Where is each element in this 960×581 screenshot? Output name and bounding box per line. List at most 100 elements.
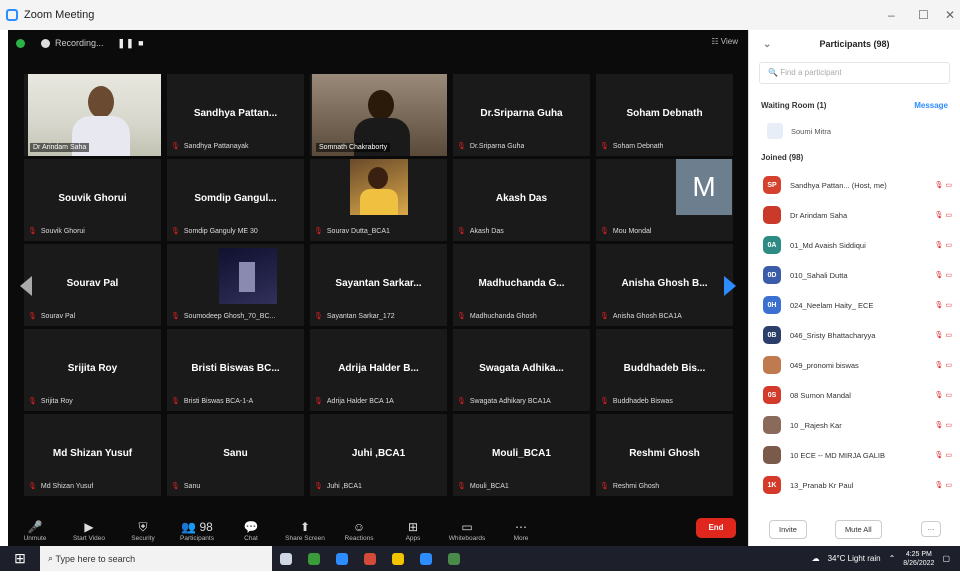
more-options-button[interactable]: ... xyxy=(921,521,941,537)
video-tile[interactable]: 🎙 Soumodeep Ghosh_70_BC... xyxy=(167,244,304,326)
video-tile[interactable]: Juhi ,BCA1 🎙 Juhi ,BCA1 xyxy=(310,414,447,496)
prev-page-arrow-icon[interactable] xyxy=(20,276,32,296)
video-tile[interactable]: Md Shizan Yusuf 🎙 Md Shizan Yusuf xyxy=(24,414,161,496)
notification-icon[interactable]: ▢ xyxy=(942,554,950,563)
clock-date: 8/26/2022 xyxy=(903,559,935,567)
participant-row[interactable]: Dr Arindam Saha 🎙 ▭ xyxy=(749,200,960,230)
chevron-down-icon[interactable]: ⌄ xyxy=(763,39,771,50)
participant-row[interactable]: 0A 01_Md Avaish Siddiqui 🎙 ▭ xyxy=(749,230,960,260)
participant-row[interactable]: 049_pronomi biswas 🎙 ▭ xyxy=(749,350,960,380)
start-video-button[interactable]: ▶ Start Video xyxy=(62,519,116,542)
zoom-logo-icon xyxy=(6,9,18,21)
video-tile[interactable]: Buddhadeb Bis... 🎙 Buddhadeb Biswas xyxy=(596,329,733,411)
participant-row[interactable]: 1K 13_Pranab Kr Paul 🎙 ▭ xyxy=(749,470,960,500)
waiting-room-header[interactable]: Waiting Room (1) Message xyxy=(749,92,960,118)
whiteboards-button[interactable]: ▭ Whiteboards xyxy=(440,519,494,542)
reactions-button[interactable]: ☺ Reactions xyxy=(332,519,386,542)
video-tile[interactable]: Mouli_BCA1 🎙 Mouli_BCA1 xyxy=(453,414,590,496)
video-tile[interactable]: Sayantan Sarkar... 🎙 Sayantan Sarkar_172 xyxy=(310,244,447,326)
meeting-area: Recording... ❚❚ ■ ☷ View Dr Arindam Saha… xyxy=(8,30,748,546)
tile-label: 🎙 Soham Debnath xyxy=(600,142,663,150)
video-tile[interactable]: Dr Arindam Saha xyxy=(24,74,161,156)
clock-time: 4:25 PM xyxy=(905,550,932,558)
tile-label-text: Sandhya Pattanayak xyxy=(183,143,249,150)
participant-row[interactable]: 10 _Rajesh Kar 🎙 ▭ xyxy=(749,410,960,440)
video-tile[interactable]: Somnath Chakraborty xyxy=(310,74,447,156)
video-tile[interactable]: M 🎙 Mou Mondal xyxy=(596,159,733,241)
video-tile[interactable]: Akash Das 🎙 Akash Das xyxy=(453,159,590,241)
participant-row[interactable]: 0D 010_Sahali Dutta 🎙 ▭ xyxy=(749,260,960,290)
video-tile[interactable]: Soham Debnath 🎙 Soham Debnath xyxy=(596,74,733,156)
video-tile[interactable]: Sandhya Pattan... 🎙 Sandhya Pattanayak xyxy=(167,74,304,156)
taskbar-app-icon[interactable] xyxy=(440,546,468,571)
share-screen-icon: ⬆ xyxy=(299,520,311,534)
tile-name: Madhuchanda G... xyxy=(478,278,565,289)
video-tile[interactable]: Srijita Roy 🎙 Srijita Roy xyxy=(24,329,161,411)
invite-button[interactable]: Invite xyxy=(769,519,807,539)
taskbar-clock[interactable]: 4:25 PM 8/26/2022 xyxy=(903,550,934,568)
video-tile[interactable]: Anisha Ghosh B... 🎙 Anisha Ghosh BCA1A xyxy=(596,244,733,326)
unmute-button[interactable]: 🎤 Unmute xyxy=(8,519,62,542)
avatar: 0S xyxy=(763,386,781,404)
message-button[interactable]: Message xyxy=(914,101,948,110)
taskbar-app-icon[interactable] xyxy=(384,546,412,571)
maximize-button[interactable]: ☐ xyxy=(918,8,929,22)
taskbar-app-icon[interactable] xyxy=(356,546,384,571)
security-button[interactable]: ⛨ Security xyxy=(116,519,170,542)
tile-name: Somdip Gangul... xyxy=(194,193,277,204)
tile-label-text: Swagata Adhikary BCA1A xyxy=(469,398,551,405)
video-tile[interactable]: Sanu 🎙 Sanu xyxy=(167,414,304,496)
tile-label: 🎙 Sourav Dutta_BCA1 xyxy=(314,227,390,235)
shield-icon[interactable] xyxy=(16,38,25,48)
more-button[interactable]: ⋯ More xyxy=(494,519,548,542)
close-button[interactable]: ✕ xyxy=(945,8,955,22)
share-screen-button[interactable]: ⬆ Share Screen xyxy=(278,519,332,542)
video-tile[interactable]: Somdip Gangul... 🎙 Somdip Ganguly ME 30 xyxy=(167,159,304,241)
video-tile[interactable]: Swagata Adhika... 🎙 Swagata Adhikary BCA1A xyxy=(453,329,590,411)
video-tile[interactable]: Bristi Biswas BC... 🎙 Bristi Biswas BCA-1-… xyxy=(167,329,304,411)
tile-name: Bristi Biswas BC... xyxy=(191,363,280,374)
muted-mic-icon: 🎙 xyxy=(600,398,609,405)
tile-label: 🎙 Akash Das xyxy=(457,227,504,235)
video-tile[interactable]: 🎙 Sourav Dutta_BCA1 xyxy=(310,159,447,241)
participant-row[interactable]: 0H 024_Neelam Haity_ ECE 🎙 ▭ xyxy=(749,290,960,320)
participant-name: 13_Pranab Kr Paul xyxy=(790,480,854,490)
minimize-button[interactable]: – xyxy=(888,8,895,22)
taskbar-app-icon[interactable] xyxy=(300,546,328,571)
participants-button[interactable]: 👥 98 Participants xyxy=(170,519,224,542)
taskbar-app-icon[interactable] xyxy=(328,546,356,571)
taskbar-search-input[interactable]: ⌕ Type here to search xyxy=(40,546,272,571)
view-button[interactable]: ☷ View xyxy=(711,37,738,46)
weather-text[interactable]: 34°C Light rain xyxy=(828,554,881,563)
participant-row[interactable]: 0B 046_Sristy Bhattacharyya 🎙 ▭ xyxy=(749,320,960,350)
chat-button[interactable]: 💬 Chat xyxy=(224,519,278,542)
joined-header[interactable]: Joined (98) xyxy=(749,144,960,170)
tile-label: Somnath Chakraborty xyxy=(316,143,391,152)
participant-row[interactable]: SP Sandhya Pattan... (Host, me) 🎙 ▭ xyxy=(749,170,960,200)
video-tile[interactable]: Madhuchanda G... 🎙 Madhuchanda Ghosh xyxy=(453,244,590,326)
tile-label: 🎙 Souvik Ghorui xyxy=(28,227,85,235)
waiting-participant[interactable]: Soumi Mitra xyxy=(749,118,960,144)
video-tile[interactable]: Souvik Ghorui 🎙 Souvik Ghorui xyxy=(24,159,161,241)
windows-start-icon[interactable]: ⊞ xyxy=(0,546,40,571)
windows-taskbar: ⊞ ⌕ Type here to search ☁ 34°C Light rai… xyxy=(0,546,960,571)
apps-button[interactable]: ⊞ Apps xyxy=(386,519,440,542)
participant-row[interactable]: 10 ECE -- MD MIRJA GALIB 🎙 ▭ xyxy=(749,440,960,470)
video-tile[interactable]: Dr.Sriparna Guha 🎙 Dr.Sriparna Guha xyxy=(453,74,590,156)
recording-controls[interactable]: ❚❚ ■ xyxy=(118,38,145,49)
chevron-up-icon[interactable]: ⌃ xyxy=(889,554,896,563)
tile-name: Md Shizan Yusuf xyxy=(52,448,133,459)
video-tile[interactable]: Sourav Pal 🎙 Sourav Pal xyxy=(24,244,161,326)
participant-search-input[interactable]: 🔍 Find a participant xyxy=(759,62,950,84)
video-tile[interactable]: Reshmi Ghosh 🎙 Reshmi Ghosh xyxy=(596,414,733,496)
next-page-arrow-icon[interactable] xyxy=(724,276,736,296)
muted-mic-icon: 🎙 xyxy=(600,483,609,490)
taskbar-app-icon[interactable] xyxy=(272,546,300,571)
participant-row[interactable]: 0S 08 Sumon Mandal 🎙 ▭ xyxy=(749,380,960,410)
taskbar-app-icon[interactable] xyxy=(412,546,440,571)
mute-all-button[interactable]: Mute All xyxy=(834,519,882,539)
end-meeting-button[interactable]: End xyxy=(696,518,736,538)
participants-title: Participants (98) xyxy=(819,39,890,49)
microphone-icon: 🎤 xyxy=(27,520,43,534)
video-tile[interactable]: Adrija Halder B... 🎙 Adrija Halder BCA 1A xyxy=(310,329,447,411)
